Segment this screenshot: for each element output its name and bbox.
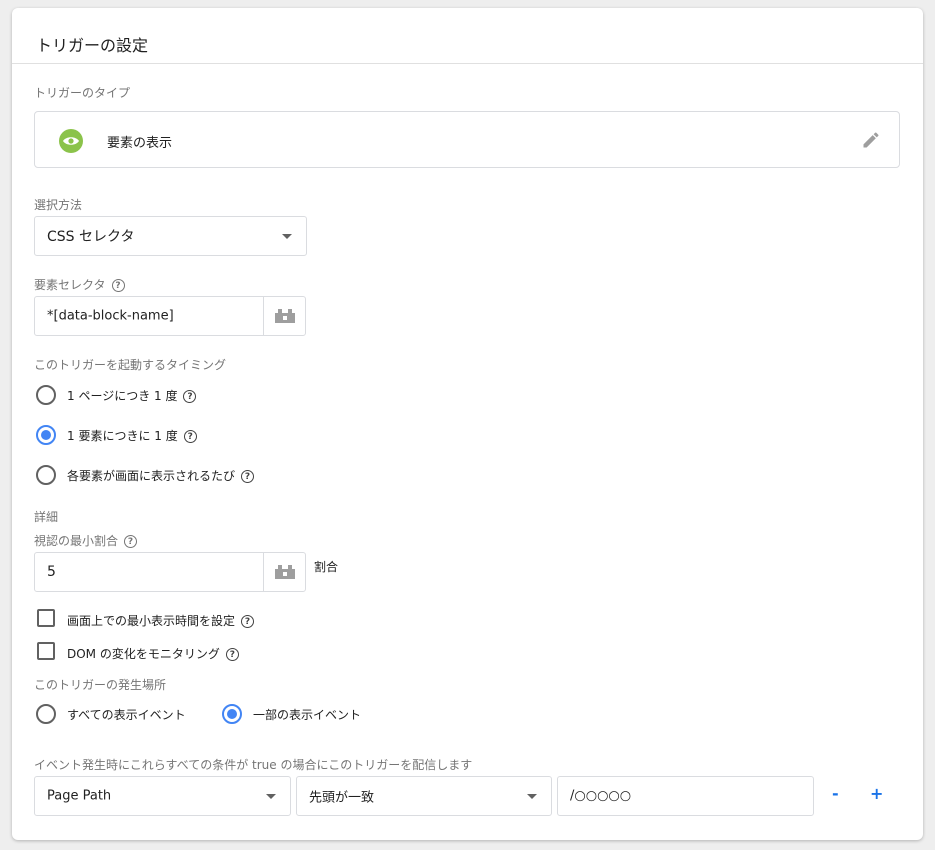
eye-icon <box>59 129 83 153</box>
dom-monitor-row: DOM の変化をモニタリング? <box>67 645 239 662</box>
trigger-type-value: 要素の表示 <box>107 136 173 151</box>
help-icon[interactable]: ? <box>124 535 138 548</box>
some-events-label: 一部の表示イベント <box>253 708 362 722</box>
variable-picker-button[interactable] <box>263 553 305 591</box>
min-visible-unit: 割合 <box>314 560 339 574</box>
radio-once-per-element[interactable] <box>36 425 56 445</box>
min-visible-value: 5 <box>47 564 56 580</box>
timing-option-1: 1 ページにつき 1 度? <box>67 387 197 404</box>
help-icon[interactable]: ? <box>241 615 255 628</box>
chevron-down-icon <box>527 794 537 799</box>
remove-row-button[interactable]: - <box>832 784 839 803</box>
help-icon[interactable]: ? <box>111 279 125 292</box>
radio-once-per-page[interactable] <box>36 385 56 405</box>
selection-method-value: CSS セレクタ <box>47 229 135 245</box>
condition-value-input[interactable]: /○○○○○ <box>557 776 814 816</box>
condition-variable-value: Page Path <box>47 788 112 804</box>
selection-method-label: 選択方法 <box>34 198 83 212</box>
condition-operator-select[interactable]: 先頭が一致 <box>296 776 552 816</box>
trigger-type-box[interactable]: 要素の表示 <box>34 111 900 168</box>
condition-variable-select[interactable]: Page Path <box>34 776 291 816</box>
element-selector-label: 要素セレクタ <box>34 278 106 292</box>
chevron-down-icon <box>282 234 292 239</box>
timing-option-1-label: 1 ページにつき 1 度 <box>67 389 178 403</box>
add-row-button[interactable]: + <box>870 784 883 803</box>
min-visible-label-row: 視認の最小割合? <box>34 532 138 549</box>
timing-label: このトリガーを起動するタイミング <box>34 358 227 372</box>
timing-option-2: 1 要素につきに 1 度? <box>67 427 197 444</box>
trigger-type-label: トリガーのタイプ <box>34 86 131 100</box>
timing-option-3: 各要素が画面に表示されるたび? <box>67 467 255 484</box>
help-icon[interactable]: ? <box>183 390 197 403</box>
variable-picker-button[interactable] <box>263 297 305 335</box>
selection-method-select[interactable]: CSS セレクタ <box>34 216 307 256</box>
condition-operator-value: 先頭が一致 <box>309 790 375 806</box>
min-time-row: 画面上での最小表示時間を設定? <box>67 612 255 629</box>
title-divider <box>12 63 923 64</box>
min-visible-input[interactable]: 5 <box>34 552 306 592</box>
lego-brick-icon <box>274 309 295 323</box>
help-icon[interactable]: ? <box>183 430 197 443</box>
details-heading: 詳細 <box>34 510 59 524</box>
dom-monitor-label: DOM の変化をモニタリング <box>67 647 220 661</box>
radio-all-events[interactable] <box>36 704 56 724</box>
checkbox-dom-monitor[interactable] <box>37 642 55 660</box>
radio-some-events[interactable] <box>222 704 242 724</box>
timing-option-2-label: 1 要素につきに 1 度 <box>67 429 178 443</box>
element-selector-label-row: 要素セレクタ? <box>34 276 125 293</box>
radio-every-time[interactable] <box>36 465 56 485</box>
lego-brick-icon <box>274 565 295 579</box>
help-icon[interactable]: ? <box>241 470 255 483</box>
element-selector-input[interactable]: *[data-block-name] <box>34 296 306 336</box>
min-visible-label: 視認の最小割合 <box>34 534 119 548</box>
condition-value: /○○○○○ <box>570 788 632 804</box>
element-selector-value: *[data-block-name] <box>47 308 174 324</box>
timing-option-3-label: 各要素が画面に表示されるたび <box>67 469 236 483</box>
trigger-config-card: トリガーの設定 トリガーのタイプ 要素の表示 選択方法 CSS セレクタ 要素セ… <box>12 8 923 840</box>
chevron-down-icon <box>266 794 276 799</box>
help-icon[interactable]: ? <box>225 648 239 661</box>
edit-pencil-icon[interactable] <box>861 130 881 154</box>
checkbox-min-time[interactable] <box>37 609 55 627</box>
all-events-label: すべての表示イベント <box>67 708 186 722</box>
fires-on-label: このトリガーの発生場所 <box>34 678 167 692</box>
condition-label: イベント発生時にこれらすべての条件が true の場合にこのトリガーを配信します <box>34 758 473 772</box>
min-time-label: 画面上での最小表示時間を設定 <box>67 614 236 628</box>
page-title: トリガーの設定 <box>36 36 149 55</box>
